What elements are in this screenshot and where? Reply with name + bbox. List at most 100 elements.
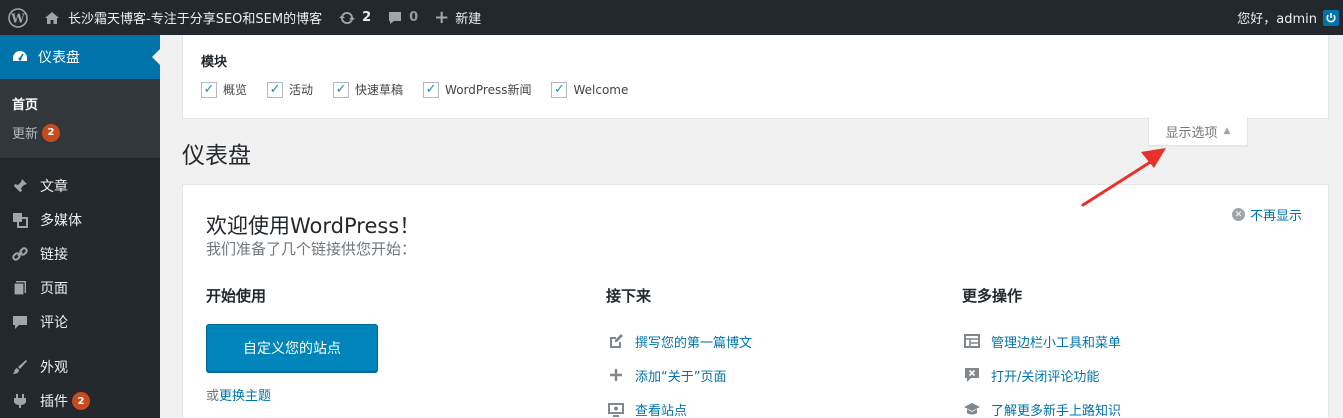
manage-widgets-link[interactable]: 管理边栏小工具和菜单 (962, 324, 1121, 358)
checkbox-checked-icon: ✓ (201, 81, 217, 98)
customize-site-button[interactable]: 自定义您的站点 (206, 324, 378, 372)
column-heading: 开始使用 (206, 287, 267, 305)
learn-more-link[interactable]: 了解更多新手上路知识 (962, 392, 1121, 418)
sidebar-item-plugins[interactable]: 插件 2 (0, 384, 160, 418)
plus-icon (606, 365, 626, 385)
home-icon (45, 11, 59, 24)
updates-count: 2 (362, 10, 372, 25)
checkbox-label: Welcome (573, 82, 629, 97)
sidebar-item-label: 插件 (40, 394, 68, 410)
comment-bubble-icon (389, 11, 402, 24)
dismiss-label: 不再显示 (1249, 209, 1302, 224)
graduation-cap-icon (962, 399, 982, 418)
dismiss-welcome-link[interactable]: ✕ 不再显示 (1231, 205, 1302, 224)
checkbox-label: WordPress新闻 (445, 83, 532, 97)
checkbox-label: 活动 (289, 83, 314, 97)
edit-icon (606, 331, 626, 351)
widgets-icon (962, 331, 982, 351)
checkbox-activity[interactable]: ✓ 活动 (267, 81, 313, 98)
plugin-update-badge: 2 (72, 392, 90, 410)
page-title: 仪表盘 (182, 143, 251, 169)
checkbox-welcome[interactable]: ✓ Welcome (551, 81, 629, 98)
checkbox-label: 概览 (223, 83, 248, 97)
screen-options-toggle[interactable]: 显示选项 ▲ (1148, 117, 1248, 146)
site-name: 长沙霜天博客-专注于分享SEO和SEM的博客 (68, 12, 323, 27)
screen-options-title: 模块 (201, 55, 228, 70)
submenu-label: 首页 (12, 98, 39, 113)
brush-icon (10, 357, 30, 377)
link-icon (10, 244, 30, 264)
admin-bar: W 长沙霜天博客-专注于分享SEO和SEM的博客 2 0 + 新建 您好，adm… (0, 0, 1343, 35)
caret-up-icon: ▲ (1223, 126, 1231, 136)
refresh-icon (339, 11, 356, 24)
screen-options-toggle-label: 显示选项 (1165, 125, 1218, 141)
sidebar-item-comments[interactable]: 评论 (0, 305, 160, 339)
sidebar-item-dashboard[interactable]: 仪表盘 (0, 35, 160, 79)
greeting: 您好，admin (1237, 12, 1317, 27)
dashboard-submenu: 首页 更新 2 (0, 79, 160, 158)
column-heading: 接下来 (606, 287, 652, 305)
comment-icon (10, 312, 30, 332)
dashboard-icon (10, 47, 30, 67)
welcome-panel: 欢迎使用WordPress！ 我们准备了几个链接供您开始： ✕ 不再显示 开始使… (182, 184, 1329, 418)
power-icon (1323, 9, 1339, 26)
screen-view-icon (606, 399, 626, 418)
sidebar-item-label: 外观 (40, 360, 68, 376)
checkbox-checked-icon: ✓ (551, 81, 568, 98)
update-count-badge: 2 (42, 123, 61, 142)
comment-close-icon (962, 365, 982, 385)
write-first-post-link[interactable]: 撰写您的第一篇博文 (606, 324, 752, 358)
add-about-page-link[interactable]: 添加“关于”页面 (606, 358, 752, 392)
screen-options-panel: 模块 ✓ 概览 ✓ 活动 ✓ 快速草稿 ✓ WordPress新闻 ✓ Welcome (182, 35, 1329, 119)
site-name-link[interactable]: 长沙霜天博客-专注于分享SEO和SEM的博客 (36, 0, 330, 35)
action-label: 添加“关于”页面 (635, 369, 727, 385)
action-label: 管理边栏小工具和菜单 (991, 335, 1122, 351)
submenu-item-home[interactable]: 首页 (0, 89, 160, 118)
my-account-link[interactable]: 您好，admin (1229, 0, 1343, 35)
admin-sidebar: 仪表盘 首页 更新 2 文章 多媒体 链接 页面 评论 外观 插件 2 (0, 35, 160, 418)
comments-count: 0 (409, 10, 419, 25)
page-icon (10, 278, 30, 298)
column-heading: 更多操作 (962, 287, 1023, 305)
view-site-link[interactable]: 查看站点 (606, 392, 752, 418)
wordpress-logo-icon[interactable]: W (0, 0, 36, 35)
sidebar-item-links[interactable]: 链接 (0, 237, 160, 271)
module-checkbox-row: ✓ 概览 ✓ 活动 ✓ 快速草稿 ✓ WordPress新闻 ✓ Welcome (201, 81, 648, 98)
sidebar-item-media[interactable]: 多媒体 (0, 203, 160, 237)
sidebar-item-label: 多媒体 (40, 213, 82, 229)
comments-link[interactable]: 0 (379, 0, 426, 35)
sidebar-item-posts[interactable]: 文章 (0, 169, 160, 203)
checkbox-overview[interactable]: ✓ 概览 (201, 81, 247, 98)
welcome-column-get-started: 开始使用 自定义您的站点 或更换主题 (206, 285, 378, 404)
toggle-comments-link[interactable]: 打开/关闭评论功能 (962, 358, 1121, 392)
svg-text:W: W (10, 11, 25, 25)
submenu-item-updates[interactable]: 更新 2 (0, 118, 160, 147)
pin-icon (10, 176, 30, 196)
media-icon (10, 210, 30, 230)
plugin-icon (10, 391, 30, 411)
sidebar-item-label: 评论 (40, 315, 68, 331)
checkbox-quick-draft[interactable]: ✓ 快速草稿 (333, 81, 403, 98)
sidebar-item-label: 链接 (40, 247, 68, 263)
sidebar-item-label: 仪表盘 (38, 50, 80, 66)
sidebar-item-appearance[interactable]: 外观 (0, 350, 160, 384)
sidebar-item-label: 文章 (40, 179, 68, 195)
close-icon: ✕ (1231, 208, 1245, 221)
checkbox-wordpress-news[interactable]: ✓ WordPress新闻 (423, 81, 531, 98)
sidebar-item-pages[interactable]: 页面 (0, 271, 160, 305)
change-theme-link[interactable]: 更换主题 (219, 389, 271, 404)
alt-prefix: 或 (206, 389, 220, 404)
action-label: 查看站点 (635, 403, 688, 418)
change-theme-text: 或更换主题 (206, 385, 378, 404)
checkbox-checked-icon: ✓ (423, 81, 440, 98)
checkbox-checked-icon: ✓ (267, 81, 284, 98)
action-label: 了解更多新手上路知识 (991, 403, 1122, 418)
welcome-column-more-actions: 更多操作 管理边栏小工具和菜单 打开/关闭评论功能 了解更多新手上路知识 (962, 285, 1121, 418)
sidebar-item-label: 页面 (40, 281, 68, 297)
plus-icon: + (434, 7, 450, 28)
updates-link[interactable]: 2 (330, 0, 379, 35)
new-label: 新建 (455, 12, 482, 27)
welcome-title: 欢迎使用WordPress！ (206, 214, 421, 238)
new-content-link[interactable]: + 新建 (426, 0, 489, 35)
action-label: 打开/关闭评论功能 (991, 369, 1100, 385)
